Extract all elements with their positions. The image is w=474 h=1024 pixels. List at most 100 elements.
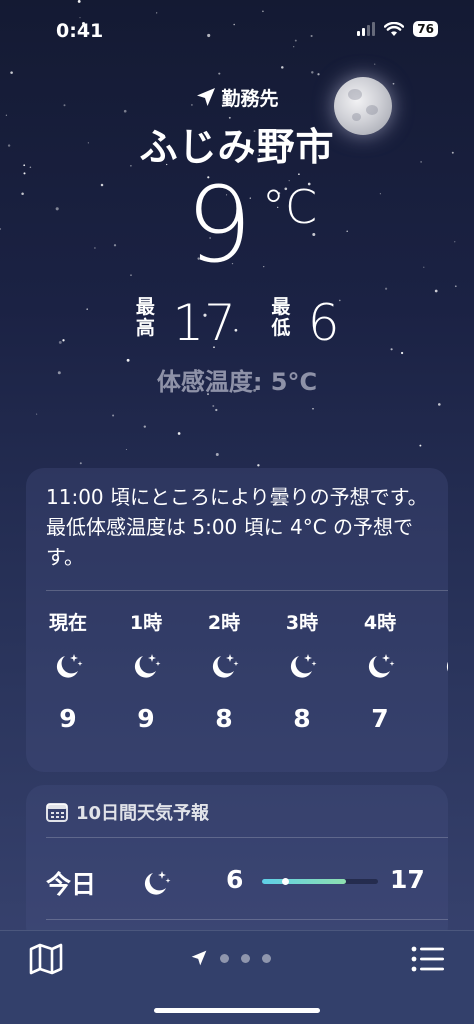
star [100, 183, 104, 187]
hour-temperature: 8 [293, 704, 311, 733]
feels-like: 体感温度: 5°C [156, 368, 318, 396]
hour-label: 4時 [363, 612, 397, 634]
star [281, 66, 284, 69]
moon-stars-icon [350, 638, 410, 698]
hour-label: 3時 [285, 612, 319, 634]
low-temperature: 6 [307, 294, 340, 352]
star [112, 414, 115, 417]
day-name: 今日 [46, 870, 97, 899]
forecast-summary: 11:00 頃にところにより曇りの予想です。最低体感温度は 5:00 頃に 4°… [46, 485, 428, 569]
divider [46, 919, 448, 920]
low-label: 最低 [271, 296, 291, 339]
star [434, 289, 438, 293]
moon-stars-icon [38, 638, 98, 698]
city-name: ふじみ野市 [139, 125, 335, 169]
high-temperature: 17 [172, 294, 236, 352]
star [212, 405, 215, 407]
hour-temperature: 9 [59, 704, 77, 733]
day-low-temp: 6 [226, 865, 244, 894]
hourly-forecast-card[interactable]: 11:00 頃にところにより曇りの予想です。最低体感温度は 5:00 頃に 4°… [26, 468, 448, 772]
hour-label: 1時 [129, 612, 163, 634]
star [385, 287, 388, 290]
star [94, 247, 96, 249]
star [317, 73, 320, 76]
daily-forecast-card[interactable]: 10日間天気予報 今日 6 17 [26, 785, 448, 945]
day-high-temp: 17 [390, 865, 425, 894]
moon-stars-icon [428, 638, 448, 698]
star [400, 351, 404, 355]
home-indicator[interactable] [154, 1008, 320, 1013]
star [298, 173, 300, 176]
temperature-unit: °C [262, 180, 318, 234]
hour-temperature: 9 [137, 704, 155, 733]
star [218, 72, 221, 75]
star [0, 228, 2, 230]
star [177, 432, 181, 435]
page-indicator[interactable] [190, 949, 271, 967]
hour-item: 57 [428, 608, 448, 733]
star [113, 244, 117, 247]
moon-stars-icon [272, 638, 332, 698]
hour-temperature: 7 [371, 704, 389, 733]
map-icon[interactable] [28, 943, 64, 975]
daily-forecast-title: 10日間天気予報 [76, 803, 210, 824]
star [21, 192, 24, 196]
moon-stars-icon [138, 865, 174, 905]
star [454, 241, 456, 243]
hour-label: 5 [428, 608, 448, 638]
star [311, 71, 314, 74]
high-low-temperatures: 最高 17 最低 6 [0, 294, 474, 352]
location-label: 勤務先 [0, 84, 474, 111]
star [374, 63, 376, 65]
hourly-list[interactable]: 現在91時92時83時84時757 [34, 608, 448, 758]
star [79, 462, 82, 465]
star [379, 193, 381, 195]
moon-stars-icon [116, 638, 176, 698]
location-arrow-icon[interactable] [190, 949, 208, 967]
star [419, 444, 422, 447]
page-dot[interactable] [220, 953, 229, 963]
star [312, 407, 314, 410]
star [263, 265, 265, 268]
star [215, 453, 219, 456]
hour-item: 4時 7 [350, 608, 410, 733]
hour-label: 現在 [48, 612, 87, 634]
hour-temperature: 8 [215, 704, 233, 733]
hour-label: 2時 [207, 612, 241, 634]
high-label: 最高 [135, 296, 155, 339]
star [346, 230, 348, 233]
calendar-icon [46, 803, 68, 822]
star [257, 464, 260, 467]
hour-item: 現在 9 [38, 608, 98, 733]
location-text: 勤務先 [221, 88, 279, 110]
wifi-icon [384, 21, 405, 36]
page-dot[interactable] [241, 953, 250, 963]
location-arrow-icon [197, 88, 216, 106]
temperature-range-fill [262, 879, 346, 884]
cellular-signal-icon [357, 22, 376, 36]
star [130, 274, 132, 276]
status-time: 0:41 [56, 20, 104, 42]
hour-item: 2時 8 [194, 608, 254, 733]
star [36, 413, 38, 415]
list-icon[interactable] [410, 943, 446, 975]
moon-stars-icon [194, 638, 254, 698]
divider [46, 837, 448, 838]
day-row-today[interactable]: 今日 6 17 [26, 859, 448, 909]
status-bar: 0:41 76 [0, 0, 474, 60]
star [454, 285, 457, 288]
page-dot[interactable] [262, 953, 271, 963]
star [10, 71, 13, 74]
hour-item: 1時 9 [116, 608, 176, 733]
temperature-range-bar [262, 878, 378, 885]
battery-indicator: 76 [413, 21, 438, 37]
star [23, 172, 26, 175]
star [437, 403, 441, 406]
daily-forecast-header: 10日間天気予報 [46, 799, 209, 825]
hour-temperature: 7 [428, 704, 448, 733]
hour-item: 3時 8 [272, 608, 332, 733]
current-temperature: 9 [186, 164, 253, 286]
star [423, 266, 425, 268]
star [55, 207, 59, 211]
star [215, 408, 218, 412]
